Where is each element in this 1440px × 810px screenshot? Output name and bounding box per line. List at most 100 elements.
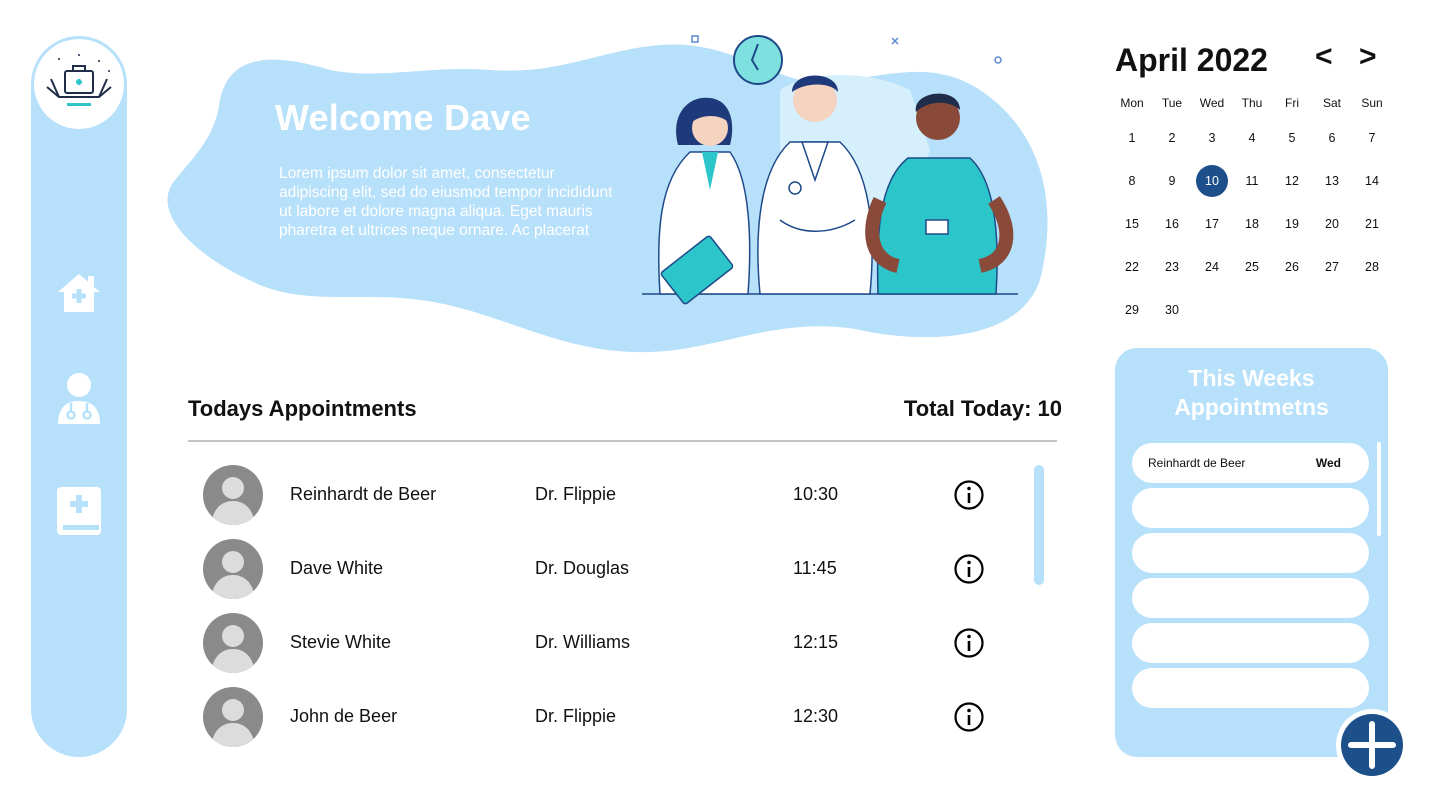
appointment-row[interactable]: Reinhardt de Beer Dr. Flippie 10:30 (188, 462, 1018, 536)
calendar-day[interactable]: 1 (1112, 122, 1152, 154)
info-icon[interactable] (953, 479, 985, 511)
calendar-day-number: 2 (1168, 131, 1176, 145)
week-appointment-item[interactable] (1132, 578, 1369, 618)
welcome-heading: Welcome Dave (275, 97, 531, 138)
doctor-name: Dr. Flippie (535, 484, 617, 504)
calendar-day[interactable]: 5 (1272, 122, 1312, 154)
doctor-name: Dr. Flippie (535, 706, 617, 726)
appointment-row[interactable]: Stevie White Dr. Williams 12:15 (188, 610, 1018, 684)
calendar-day[interactable]: 26 (1272, 251, 1312, 283)
doctors-illustration (642, 35, 1018, 305)
calendar-weekday-wed: Wed (1199, 96, 1225, 110)
avatar (203, 465, 263, 525)
week-appointment-item[interactable]: Reinhardt de Beer Wed (1132, 443, 1369, 483)
calendar-day-number: 22 (1125, 260, 1139, 274)
calendar-day-number: 30 (1165, 303, 1179, 317)
calendar-day[interactable]: 15 (1112, 208, 1152, 240)
calendar-day-number: 15 (1125, 217, 1139, 231)
calendar-day[interactable]: 17 (1192, 208, 1232, 240)
week-appointment-item[interactable] (1132, 488, 1369, 528)
add-button-circle (1341, 714, 1403, 776)
calendar-month-title: April 2022 (1115, 42, 1268, 78)
appointments-list: Reinhardt de Beer Dr. Flippie 10:30 Dave… (188, 462, 1018, 758)
welcome-text: Lorem ipsum dolor sit amet, consectetur … (279, 165, 613, 239)
user-avatar-icon (211, 699, 255, 747)
clinic-logo[interactable] (34, 39, 124, 129)
week-appointments-panel: This Weeks Appointmetns Reinhardt de Bee… (1115, 348, 1388, 757)
clinic-logo-icon (46, 54, 112, 106)
calendar-day-number: 23 (1165, 260, 1179, 274)
sidebar-item-home[interactable] (54, 268, 104, 318)
calendar-day-number: 25 (1245, 260, 1259, 274)
calendar-weekday-sat: Sat (1322, 96, 1341, 110)
calendar-next-button[interactable]: > (1359, 40, 1377, 74)
calendar-day-number: 16 (1165, 217, 1179, 231)
calendar-day-number: 12 (1285, 174, 1299, 188)
calendar-day[interactable]: 24 (1192, 251, 1232, 283)
info-icon[interactable] (953, 627, 985, 659)
calendar-day[interactable]: 28 (1352, 251, 1392, 283)
plus-icon (1348, 721, 1396, 769)
calendar-day[interactable]: 19 (1272, 208, 1312, 240)
calendar-day[interactable]: 4 (1232, 122, 1272, 154)
calendar-day[interactable]: 10 (1192, 165, 1232, 197)
calendar-day[interactable]: 23 (1152, 251, 1192, 283)
calendar-day[interactable]: 25 (1232, 251, 1272, 283)
calendar-day-number: 26 (1285, 260, 1299, 274)
calendar-prev-button[interactable]: < (1315, 40, 1333, 74)
calendar-day-number: 13 (1325, 174, 1339, 188)
calendar-day-number: 10 (1196, 165, 1228, 197)
calendar-day[interactable]: 22 (1112, 251, 1152, 283)
calendar-day[interactable]: 7 (1352, 122, 1392, 154)
week-appointment-item[interactable] (1132, 623, 1369, 663)
calendar-day[interactable]: 18 (1232, 208, 1272, 240)
week-panel-scrollbar[interactable] (1377, 442, 1381, 536)
calendar-day[interactable]: 9 (1152, 165, 1192, 197)
calendar-day[interactable]: 2 (1152, 122, 1192, 154)
add-appointment-button[interactable] (1336, 709, 1408, 781)
doctor-name: Dr. Douglas (535, 558, 630, 578)
calendar-day[interactable]: 21 (1352, 208, 1392, 240)
calendar-day[interactable]: 20 (1312, 208, 1352, 240)
week-appointment-item[interactable] (1132, 533, 1369, 573)
appointment-time: 12:30 (793, 706, 839, 726)
patient-name: Dave White (290, 558, 384, 578)
calendar-day[interactable]: 8 (1112, 165, 1152, 197)
calendar-day[interactable]: 14 (1352, 165, 1392, 197)
calendar-weekday-thu: Thu (1241, 96, 1263, 110)
calendar-day-number: 8 (1128, 174, 1136, 188)
calendar-weekday-tue: Tue (1161, 96, 1183, 110)
appointments-total: Total Today: 10 (903, 396, 1062, 421)
calendar-day[interactable]: 13 (1312, 165, 1352, 197)
week-appointment-day: Wed (1315, 456, 1341, 470)
appointment-time: 11:45 (793, 558, 837, 578)
info-icon[interactable] (953, 553, 985, 585)
week-appointment-item[interactable] (1132, 668, 1369, 708)
calendar-day-number: 7 (1368, 131, 1376, 145)
calendar-day[interactable]: 16 (1152, 208, 1192, 240)
appointment-row[interactable]: John de Beer Dr. Flippie 12:30 (188, 684, 1018, 758)
appointment-row[interactable]: Dave White Dr. Douglas 11:45 (188, 536, 1018, 610)
calendar-day[interactable]: 11 (1232, 165, 1272, 197)
appointment-time: 10:30 (793, 484, 839, 504)
calendar-day[interactable]: 30 (1152, 294, 1192, 326)
sidebar-item-doctors[interactable] (54, 373, 104, 424)
calendar-weekday-fri: Fri (1285, 96, 1299, 110)
info-icon[interactable] (953, 701, 985, 733)
calendar-day[interactable]: 12 (1272, 165, 1312, 197)
welcome-banner: Welcome Dave Lorem ipsum dolor sit amet,… (160, 30, 1060, 360)
home-medical-icon (58, 274, 100, 312)
calendar-day[interactable]: 3 (1192, 122, 1232, 154)
calendar-day[interactable]: 27 (1312, 251, 1352, 283)
calendar-day[interactable]: 29 (1112, 294, 1152, 326)
sidebar-item-records[interactable] (54, 486, 104, 536)
appointment-time: 12:15 (793, 632, 839, 652)
calendar-day[interactable]: 6 (1312, 122, 1352, 154)
calendar-day-number: 28 (1365, 260, 1379, 274)
medical-book-icon (57, 487, 101, 535)
appointments-divider (188, 440, 1057, 442)
avatar (203, 613, 263, 673)
calendar-day-number: 18 (1245, 217, 1259, 231)
appointments-scrollbar[interactable] (1034, 465, 1044, 585)
calendar-day-number: 19 (1285, 217, 1299, 231)
